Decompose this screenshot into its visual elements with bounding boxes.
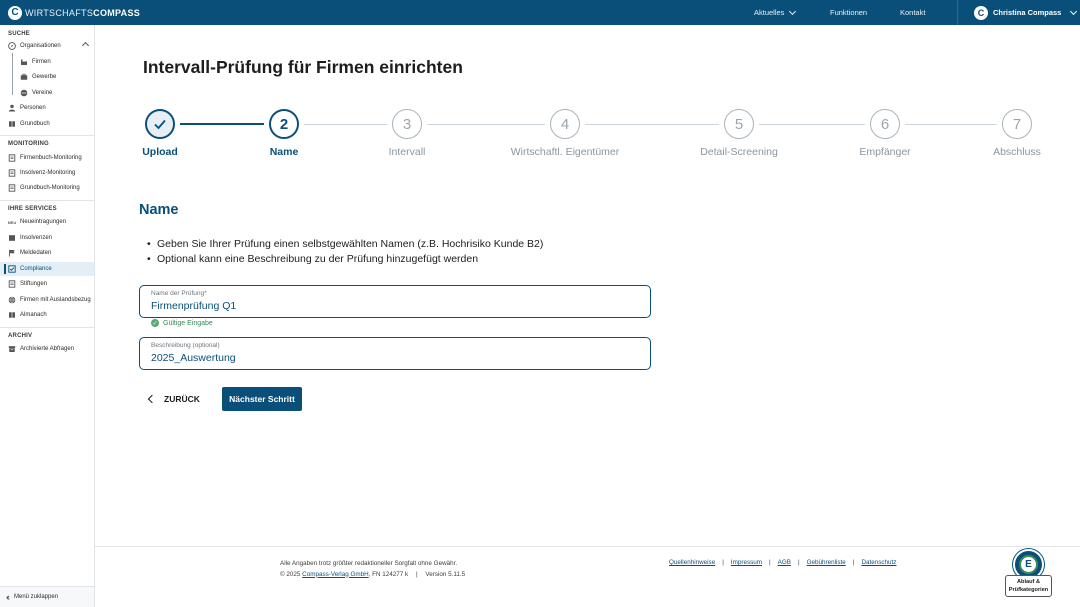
- description-field[interactable]: Beschreibung (optional): [139, 337, 651, 370]
- factory-icon: [20, 58, 28, 66]
- step-6-label: Empfänger: [859, 146, 911, 158]
- footer-info: Alle Angaben trotz größter redaktionelle…: [280, 560, 466, 578]
- nav-kontakt[interactable]: Kontakt: [900, 0, 925, 25]
- sidebar-item-organisationen[interactable]: Organisationen: [0, 39, 94, 53]
- step-3-label: Intervall: [388, 146, 426, 158]
- instruction-item: Optional kann eine Beschreibung zu der P…: [147, 252, 543, 267]
- nav-aktuelles[interactable]: Aktuelles: [754, 0, 797, 25]
- nav-funktionen[interactable]: Funktionen: [830, 0, 867, 25]
- sidebar: SUCHE Organisationen Firmen Gewerbe Vere…: [0, 25, 95, 607]
- sidebar-item-vereine[interactable]: Vereine: [0, 86, 94, 100]
- sidebar-item-meldedaten[interactable]: Meldedaten: [0, 246, 94, 260]
- section-suche: SUCHE: [8, 31, 31, 37]
- compass-icon: [8, 42, 16, 50]
- chevron-left-icon: [147, 394, 157, 404]
- folder-icon: [8, 234, 16, 242]
- sidebar-item-firmen[interactable]: Firmen: [0, 55, 94, 69]
- document-icon: [8, 280, 16, 288]
- step-connector: [304, 124, 387, 125]
- step-3-circle: 3: [392, 109, 422, 139]
- collapse-menu-button[interactable]: ‹‹ Menü zuklappen: [0, 586, 94, 607]
- footer-link-datenschutz[interactable]: Datenschutz: [861, 559, 896, 566]
- footer-link-quellenhinweise[interactable]: Quellenhinweise: [669, 559, 715, 566]
- footer-link-agb[interactable]: AGB: [778, 559, 791, 566]
- step-connector: [905, 124, 997, 125]
- section-title: Name: [139, 202, 179, 218]
- description-field-label: Beschreibung (optional): [151, 342, 220, 349]
- logo[interactable]: C WIRTSCHAFTSCOMPASS: [8, 5, 140, 20]
- section-monitoring: MONITORING: [8, 141, 49, 147]
- chevron-down-icon: [789, 7, 797, 15]
- step-5-circle: 5: [724, 109, 754, 139]
- person-icon: [8, 104, 16, 112]
- step-6-circle: 6: [870, 109, 900, 139]
- step-connector: [427, 124, 545, 125]
- step-4-label: Wirtschaftl. Eigentümer: [510, 146, 620, 158]
- sidebar-item-firmenbuch-monitoring[interactable]: Firmenbuch-Monitoring: [0, 151, 94, 165]
- new-badge-icon: NEU: [7, 219, 17, 225]
- group-icon: [20, 89, 28, 97]
- document-icon: [8, 154, 16, 162]
- section-services: IHRE SERVICES: [8, 206, 57, 212]
- step-connector: [180, 123, 264, 125]
- briefcase-icon: [20, 73, 28, 81]
- flag-icon: [8, 249, 16, 257]
- sidebar-item-almanach[interactable]: Almanach: [0, 308, 94, 322]
- checkbox-icon: [8, 265, 16, 273]
- sidebar-item-auslandsbezug[interactable]: Firmen mit Auslandsbezug: [0, 293, 94, 307]
- instructions-list: Geben Sie Ihrer Prüfung einen selbstgewä…: [147, 237, 543, 267]
- sidebar-item-insolvenz-monitoring[interactable]: Insolvenz-Monitoring: [0, 166, 94, 180]
- double-chevron-left-icon: ‹‹: [6, 592, 10, 602]
- user-menu[interactable]: C Christina Compass: [957, 0, 1080, 25]
- archive-icon: [8, 345, 16, 353]
- sidebar-item-compliance[interactable]: Compliance: [0, 262, 94, 276]
- page-title: Intervall-Prüfung für Firmen einrichten: [143, 57, 463, 77]
- sidebar-item-stiftungen[interactable]: Stiftungen: [0, 277, 94, 291]
- instruction-item: Geben Sie Ihrer Prüfung einen selbstgewä…: [147, 237, 543, 252]
- step-2-circle: 2: [269, 109, 299, 139]
- sidebar-item-grundbuch-monitoring[interactable]: Grundbuch-Monitoring: [0, 181, 94, 195]
- footer-link-gebuehrenliste[interactable]: Gebührenliste: [807, 559, 846, 566]
- user-avatar-icon: C: [974, 5, 988, 20]
- name-field[interactable]: Name der Prüfung*: [139, 285, 651, 318]
- document-icon: [8, 184, 16, 192]
- step-1-circle[interactable]: [145, 109, 175, 139]
- document-icon: [8, 169, 16, 177]
- sidebar-item-gewerbe[interactable]: Gewerbe: [0, 70, 94, 84]
- top-bar: C WIRTSCHAFTSCOMPASS Aktuelles Funktione…: [0, 0, 1080, 25]
- chevron-up-icon[interactable]: [81, 41, 90, 50]
- sidebar-item-grundbuch[interactable]: Grundbuch: [0, 117, 94, 131]
- step-connector: [759, 124, 865, 125]
- footer-links: Quellenhinweise | Impressum | AGB | Gebü…: [669, 559, 897, 566]
- description-input[interactable]: [151, 352, 631, 364]
- book-icon: [8, 120, 16, 128]
- step-1-label: Upload: [142, 146, 178, 158]
- check-circle-icon: ✓: [151, 319, 159, 327]
- book-icon: [8, 311, 16, 319]
- step-2-label: Name: [269, 146, 299, 158]
- step-connector: [585, 124, 719, 125]
- compass-logo-icon: C: [8, 5, 22, 20]
- checkmark-icon: [154, 119, 166, 130]
- section-archiv: ARCHIV: [8, 333, 33, 339]
- step-4-circle: 4: [550, 109, 580, 139]
- step-7-circle: 7: [1002, 109, 1032, 139]
- name-input[interactable]: [151, 300, 631, 312]
- next-step-button[interactable]: Nächster Schritt: [222, 387, 302, 411]
- help-label: Ablauf & Prüfkategorien: [1005, 575, 1052, 597]
- globe-icon: [8, 296, 16, 304]
- sidebar-item-neueintragungen[interactable]: NEU Neueintragungen: [0, 215, 94, 229]
- validation-message: ✓ Gültige Eingabe: [151, 319, 213, 327]
- sidebar-item-insolvenzen[interactable]: Insolvenzen: [0, 231, 94, 245]
- step-5-label: Detail-Screening: [700, 146, 778, 158]
- back-button[interactable]: ZURÜCK: [146, 390, 200, 408]
- help-widget[interactable]: E Ablauf & Prüfkategorien: [1005, 549, 1052, 598]
- footer-link-impressum[interactable]: Impressum: [731, 559, 762, 566]
- chevron-down-icon: [1070, 7, 1078, 15]
- sidebar-item-archivierte-abfragen[interactable]: Archivierte Abfragen: [0, 342, 94, 356]
- name-field-label: Name der Prüfung*: [151, 290, 207, 297]
- publisher-link[interactable]: Compass-Verlag GmbH: [302, 571, 369, 578]
- sidebar-item-personen[interactable]: Personen: [0, 101, 94, 115]
- step-7-label: Abschluss: [993, 146, 1041, 158]
